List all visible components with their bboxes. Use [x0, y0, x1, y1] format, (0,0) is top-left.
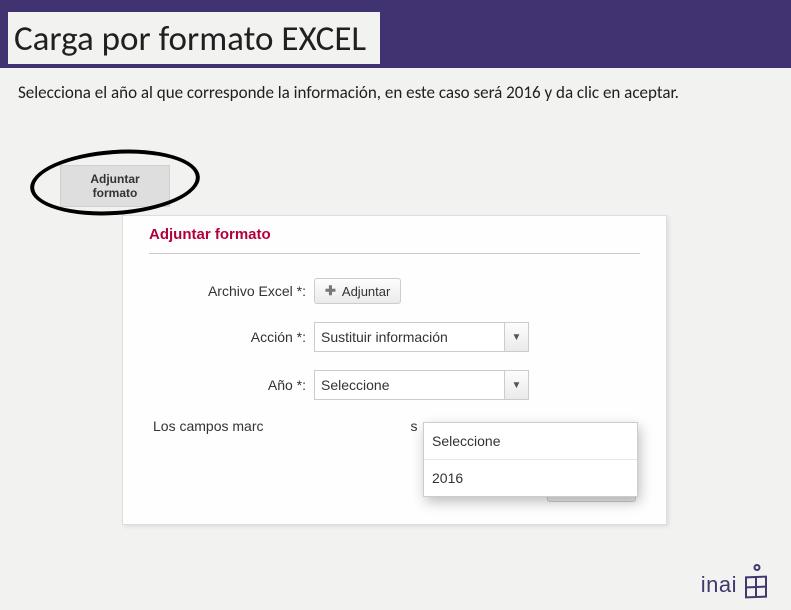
- select-accion[interactable]: Sustituir información ▼: [314, 322, 529, 352]
- dropdown-opt-seleccione[interactable]: Seleccione: [424, 423, 637, 460]
- label-accion: Acción *:: [149, 329, 314, 345]
- instruction-text: Selecciona el año al que corresponde la …: [18, 82, 763, 103]
- adjuntar-button-label: Adjuntar: [342, 284, 390, 299]
- chevron-down-icon: ▼: [504, 323, 528, 351]
- select-anio[interactable]: Seleccione ▼: [314, 370, 529, 400]
- select-anio-value: Seleccione: [315, 377, 390, 393]
- select-accion-value: Sustituir información: [315, 329, 448, 345]
- logo-text: inai: [701, 572, 737, 598]
- row-anio: Año *: Seleccione ▼: [149, 370, 640, 400]
- panel-title: Adjuntar formato: [149, 226, 640, 243]
- page-title: Carga por formato EXCEL: [14, 18, 366, 60]
- label-anio: Año *:: [149, 377, 314, 393]
- plus-icon: ✚: [325, 283, 336, 299]
- logo-mark-icon: [743, 564, 771, 598]
- inai-logo: inai: [701, 564, 771, 598]
- row-accion: Acción *: Sustituir información ▼: [149, 322, 640, 352]
- title-box: Carga por formato EXCEL: [8, 12, 380, 64]
- row-archivo: Archivo Excel *: ✚ Adjuntar: [149, 278, 640, 304]
- title-bar: Carga por formato EXCEL: [0, 0, 791, 68]
- adjuntar-button[interactable]: ✚ Adjuntar: [314, 278, 401, 304]
- adjuntar-panel: Adjuntar formato Archivo Excel *: ✚ Adju…: [122, 215, 667, 525]
- anio-dropdown: Seleccione 2016: [423, 422, 638, 497]
- panel-divider: [149, 253, 640, 254]
- highlight-ellipse: [28, 144, 202, 221]
- label-archivo: Archivo Excel *:: [149, 283, 314, 299]
- dropdown-opt-2016[interactable]: 2016: [424, 460, 637, 496]
- chevron-down-icon: ▼: [504, 371, 528, 399]
